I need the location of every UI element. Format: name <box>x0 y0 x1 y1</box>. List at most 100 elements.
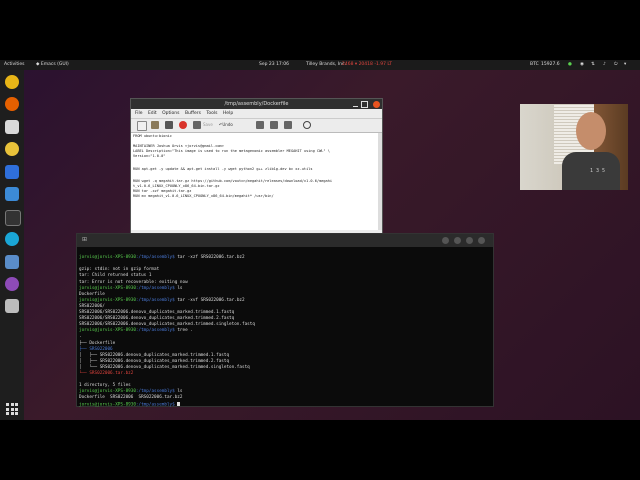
menu-help[interactable]: Help <box>223 111 233 116</box>
terminal-text: └── SRS022006.tar.bz2 <box>79 371 134 376</box>
prompt-path: :/tmp/assembly$ <box>135 255 175 261</box>
buffer-line: LABEL Description="This image is used to… <box>133 149 330 153</box>
terminal-new-tab-icon[interactable]: ⊞ <box>82 236 87 243</box>
dock <box>0 70 24 420</box>
terminal-text: tar: Child returned status 1 <box>79 273 152 279</box>
terminal-text: tar: Error is not recoverable: exiting n… <box>79 279 188 285</box>
maximize-icon[interactable] <box>361 101 368 108</box>
terminal-text: │ └── SRS022006.denovo_duplicates_marked… <box>79 364 250 370</box>
buffer-line: RUN tar -xzf megahit.tar.gz <box>133 189 192 193</box>
search-icon[interactable] <box>303 121 311 129</box>
terminal-line: SRS022006/SRS022006.denovo_duplicates_ma… <box>79 310 234 315</box>
screenshot-icon[interactable] <box>5 255 19 269</box>
buffer-line: RUN mv megahit_v1.0.6_LINUX_CPUONLY_x86_… <box>133 194 274 198</box>
emacs-window-title: /tmp/assembly/Dockerfile <box>224 101 289 107</box>
close-buffer-icon[interactable] <box>179 121 187 129</box>
app-menu[interactable]: ◆ Emacs (GUI) <box>36 60 69 70</box>
lens-icon[interactable] <box>5 232 19 246</box>
menu-tools[interactable]: Tools <box>206 111 217 116</box>
stock-ticker-values: 2468 ▾ 20418 -1.97 LT <box>342 62 393 67</box>
network-icon[interactable]: ⇅ <box>591 60 595 70</box>
cut-icon[interactable] <box>256 121 264 129</box>
emacs-app-icon: ◆ <box>36 62 40 67</box>
software-icon[interactable] <box>5 187 19 201</box>
buffer-line: FROM ubuntu:bionic <box>133 134 172 138</box>
terminal-titlebar[interactable]: ⊞ <box>77 234 493 247</box>
emacs-menubar: File Edit Options Buffers Tools Help <box>131 109 382 119</box>
app-menu-label: Emacs (GUI) <box>40 62 69 67</box>
document-icon[interactable] <box>5 299 19 313</box>
terminal-line: SRS022006/ <box>79 304 105 309</box>
rhythmbox-icon[interactable] <box>5 142 19 156</box>
terminal-line: SRS022006/SRS022006.denovo_duplicates_ma… <box>79 322 255 327</box>
presenter-head <box>576 112 606 150</box>
prompt-user: jorvis@jorvis-XPS-8930 <box>79 328 136 334</box>
search-icon[interactable] <box>442 237 449 244</box>
firefox-icon[interactable] <box>5 97 19 111</box>
terminal-text: tar -xvf SRS022006.tar.bz2 <box>174 297 245 303</box>
prompt-path: :/tmp/assembly$ <box>135 285 175 291</box>
menu-buffers[interactable]: Buffers <box>185 111 201 116</box>
files-icon[interactable] <box>5 120 19 134</box>
clock[interactable]: Sep 23 17:06 <box>259 60 289 70</box>
emacs-icon[interactable] <box>5 277 19 291</box>
emacs-titlebar[interactable]: /tmp/assembly/Dockerfile <box>131 99 382 109</box>
btc-label: BTC <box>530 62 539 67</box>
menu-options[interactable]: Options <box>162 111 179 116</box>
top-bar: Activities ◆ Emacs (GUI) Sep 23 17:06 Ti… <box>0 60 640 70</box>
terminal-text: SRS022006/SRS022006.denovo_duplicates_ma… <box>79 322 255 328</box>
emacs-window: /tmp/assembly/Dockerfile File Edit Optio… <box>130 98 383 247</box>
chevron-down-icon[interactable]: ▾ <box>624 60 626 70</box>
paste-icon[interactable] <box>284 121 292 129</box>
menu-file[interactable]: File <box>135 111 143 116</box>
close-icon[interactable] <box>478 237 485 244</box>
buffer-line: MAINTAINER Joshua Orvis <jorvis@gmail.co… <box>133 144 224 148</box>
buffer-line: t_v1.0.6_LINUX_CPUONLY_x86_64-bin.tar.gz <box>133 184 220 188</box>
terminal-text: tree . <box>174 328 193 334</box>
prompt-path: :/tmp/assembly$ <box>135 389 175 395</box>
undo-label: Undo <box>222 122 233 127</box>
menu-edit[interactable]: Edit <box>148 111 157 116</box>
new-file-icon[interactable] <box>137 121 147 131</box>
show-applications-icon[interactable] <box>6 403 18 415</box>
minimize-icon[interactable] <box>353 101 358 107</box>
open-folder-icon[interactable] <box>151 121 159 129</box>
activities-button[interactable]: Activities <box>4 60 25 70</box>
terminal-text: │ ├── SRS022006.denovo_duplicates_marked… <box>79 352 230 358</box>
save-icon[interactable] <box>193 121 201 129</box>
btc-value: 15927.6 <box>541 62 560 67</box>
terminal-text: SRS022006/ <box>79 303 105 309</box>
status-green-icon[interactable]: ● <box>568 60 572 70</box>
terminal-icon[interactable] <box>5 210 21 226</box>
terminal-window: ⊞ jorvis@jorvis-XPS-8930:/tmp/assembly$ … <box>76 233 494 407</box>
terminal-text: ls <box>174 389 183 395</box>
emacs-buffer[interactable]: FROM ubuntu:bionic MAINTAINER Joshua Orv… <box>131 133 382 230</box>
minimize-icon[interactable] <box>466 237 473 244</box>
close-icon[interactable] <box>373 100 380 108</box>
copy-icon[interactable] <box>270 121 278 129</box>
terminal-line: jorvis@jorvis-XPS-8930:/tmp/assembly$ ls <box>79 286 183 291</box>
status-circle-icon[interactable]: ◉ <box>580 60 584 70</box>
emacs-scrollbar[interactable] <box>378 133 382 230</box>
power-icon[interactable]: ⏻ <box>614 60 618 70</box>
terminal-text: Dockerfile SRS022006 SRS022006.tar.bz2 <box>79 395 183 401</box>
terminal-line: │ └── SRS022006.denovo_duplicates_marked… <box>79 365 250 370</box>
terminal-line: ├── Dockerfile <box>79 341 115 346</box>
dired-icon[interactable] <box>165 121 173 129</box>
chrome-icon[interactable] <box>5 75 19 89</box>
shirt-print: 1 3 5 <box>590 168 606 174</box>
prompt-path: :/tmp/assembly$ <box>135 402 175 407</box>
terminal-output[interactable]: jorvis@jorvis-XPS-8930:/tmp/assembly$ ta… <box>77 247 493 407</box>
terminal-line: │ ├── SRS022006.denovo_duplicates_marked… <box>79 359 229 364</box>
hamburger-menu-icon[interactable] <box>454 237 461 244</box>
terminal-text: gzip: stdin: not in gzip format <box>79 267 160 273</box>
buffer-line: RUN apt-get -y update && apt-get install… <box>133 167 313 171</box>
terminal-line: tar: Error is not recoverable: exiting n… <box>79 280 188 285</box>
terminal-text: ls <box>174 285 183 291</box>
buffer-line: Version="1.0.0" <box>133 154 166 158</box>
volume-icon[interactable]: ♪ <box>603 60 606 70</box>
terminal-line: jorvis@jorvis-XPS-8930:/tmp/assembly$ <box>79 401 181 407</box>
writer-icon[interactable] <box>5 165 19 179</box>
undo-button[interactable]: ↶Undo <box>219 122 233 127</box>
terminal-line: . <box>79 334 82 339</box>
